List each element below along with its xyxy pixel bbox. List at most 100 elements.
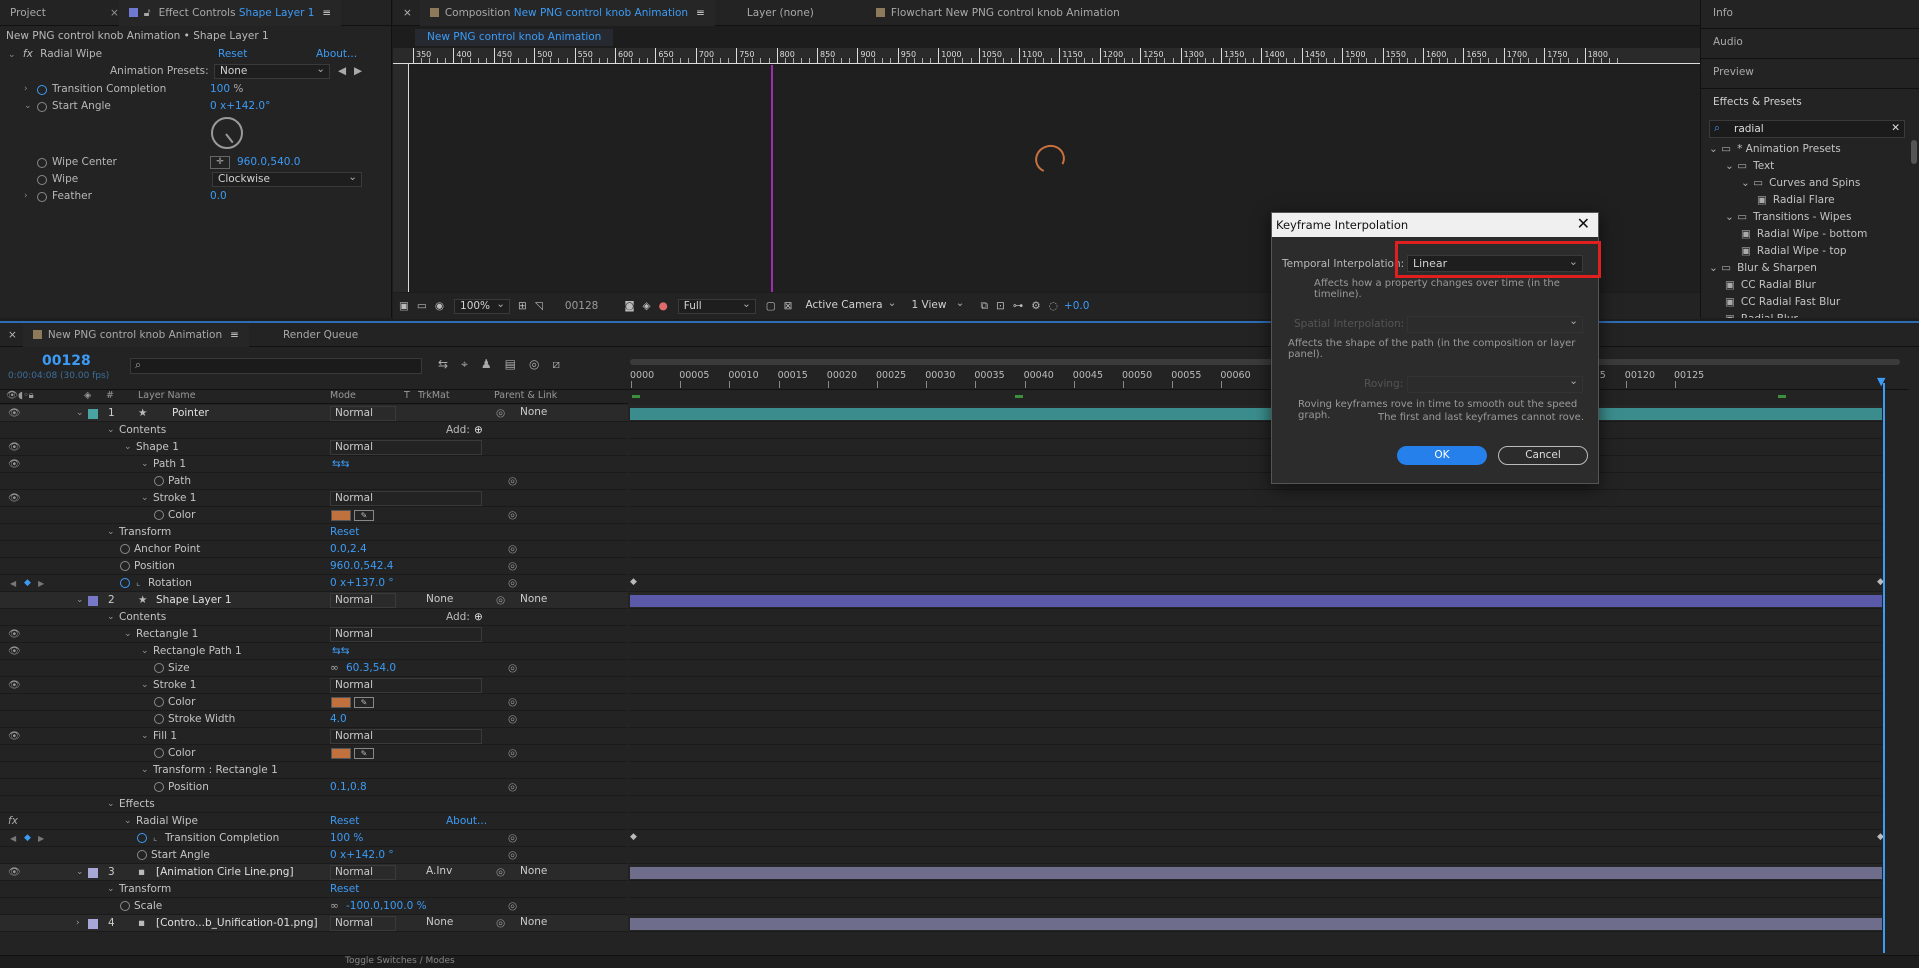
timeline-track[interactable] [630, 439, 1882, 456]
chevron-down-icon[interactable]: ⌄ [107, 881, 115, 898]
blend-mode-dropdown[interactable]: Normal [330, 627, 482, 642]
col-parent[interactable]: Parent & Link [494, 390, 557, 401]
trkmat-dropdown[interactable]: None [422, 593, 482, 608]
effects-search-input[interactable]: radial [1734, 123, 1764, 135]
timeline-track[interactable] [630, 507, 1882, 524]
eye-icon[interactable]: 👁︎ [8, 490, 21, 507]
eye-icon[interactable]: 👁︎ [8, 456, 21, 473]
exposure-value[interactable]: +0.0 [1064, 300, 1090, 312]
about-button[interactable]: About... [316, 46, 357, 63]
property-row[interactable]: Color ✎ ◎ [0, 694, 628, 711]
crosshair-icon[interactable]: ✛ [210, 156, 230, 169]
blend-mode-dropdown[interactable]: Normal [330, 678, 482, 693]
fx-icon[interactable]: fx [23, 48, 33, 60]
chevron-down-icon[interactable]: ⌄ [107, 422, 115, 439]
effects-tree-item[interactable]: ▣ Radial Flare [1757, 192, 1835, 209]
chevron-down-icon[interactable]: ⌄ [124, 813, 132, 830]
tab-composition[interactable]: Composition New PNG control knob Animati… [419, 0, 715, 26]
stopwatch-icon[interactable] [37, 175, 47, 185]
pickwhip-icon[interactable]: ◎ [508, 847, 517, 864]
dialog-close-icon[interactable]: ✕ [1577, 212, 1590, 236]
property-row[interactable]: Anchor Point 0.0,2.4 ◎ [0, 541, 628, 558]
presets-dropdown[interactable]: None [214, 63, 330, 79]
stopwatch-icon[interactable] [154, 476, 164, 486]
chevron-down-icon[interactable]: ⌄ [141, 728, 149, 745]
property-row[interactable]: ⌄ 👁︎ Stroke 1 Normal [0, 677, 628, 694]
timeline-track[interactable] [630, 864, 1882, 881]
pickwhip-icon[interactable]: ◎ [496, 592, 505, 609]
info-panel-tab[interactable]: Info [1713, 5, 1919, 22]
prop-value[interactable]: 0.0 [210, 188, 227, 205]
chevron-down-icon[interactable]: ⌄ [76, 592, 84, 609]
layer-duration-bar[interactable] [630, 918, 1882, 930]
color-swatch[interactable] [331, 510, 351, 521]
timeline-track[interactable] [630, 643, 1882, 660]
prev-keyframe-icon[interactable]: ◀ [10, 575, 16, 592]
timeline-track[interactable] [630, 915, 1882, 932]
property-value[interactable]: Reset [330, 881, 359, 898]
eye-icon[interactable]: 👁︎ [8, 864, 21, 881]
pickwhip-icon[interactable]: ◎ [508, 745, 517, 762]
graph-icon[interactable]: ⌞ [153, 830, 157, 847]
color-swatch[interactable] [331, 697, 351, 708]
effects-search[interactable]: ⌕ radial ✕ [1709, 120, 1905, 138]
region-icon[interactable]: ◹ [535, 300, 543, 312]
layer-duration-bar[interactable] [630, 867, 1882, 879]
comp-breadcrumb[interactable]: New PNG control knob Animation [415, 29, 614, 46]
effects-tree-item[interactable]: ⌄ ▭ Text [1725, 158, 1774, 175]
timeline-track[interactable] [630, 881, 1882, 898]
panel-menu-icon[interactable]: ≡ [696, 0, 705, 26]
timeline-track[interactable] [630, 473, 1882, 490]
prop-value[interactable]: 100 % [210, 81, 243, 98]
angle-dial[interactable] [211, 117, 243, 149]
chevron-down-icon[interactable]: ⌄ [124, 439, 132, 456]
next-keyframe-icon[interactable]: ▶ [38, 830, 44, 847]
property-value[interactable]: 4.0 [330, 711, 347, 728]
chevron-down-icon[interactable]: ⌄ [107, 609, 115, 626]
stopwatch-icon[interactable] [154, 697, 164, 707]
stopwatch-icon[interactable] [37, 158, 47, 168]
parent-dropdown[interactable]: None [516, 916, 602, 931]
stopwatch-icon[interactable] [120, 561, 130, 571]
pickwhip-icon[interactable]: ◎ [508, 779, 517, 796]
flowchart-icon[interactable]: ⊶ [1013, 300, 1024, 312]
layer-duration-bar[interactable] [630, 408, 1882, 420]
effects-tree-item[interactable]: ▣ Radial Blur [1725, 311, 1798, 318]
pickwhip-icon[interactable]: ◎ [508, 507, 517, 524]
timeline-track[interactable] [630, 626, 1882, 643]
camera-dropdown[interactable]: Active Camera [800, 297, 900, 314]
effects-presets-title[interactable]: Effects & Presets [1713, 94, 1919, 111]
parent-dropdown[interactable]: None [516, 406, 602, 421]
add-icon[interactable]: ⊕ [474, 609, 483, 626]
audio-panel-tab[interactable]: Audio [1713, 34, 1919, 51]
property-value[interactable]: 60.3,54.0 [346, 660, 396, 677]
property-row[interactable]: ⌄ 👁︎ Stroke 1 Normal [0, 490, 628, 507]
timeline-track[interactable]: ◆ ◆ [630, 830, 1884, 847]
timeline-track[interactable] [630, 490, 1882, 507]
eyedropper-icon[interactable]: ✎ [354, 748, 374, 759]
property-value[interactable]: -100.0,100.0 % [346, 898, 427, 915]
parent-dropdown[interactable]: None [516, 593, 602, 608]
pickwhip-icon[interactable]: ◎ [508, 694, 517, 711]
eyedropper-icon[interactable]: ✎ [354, 510, 374, 521]
panel-menu-icon[interactable]: ≡ [230, 323, 239, 347]
timeline-track[interactable] [630, 762, 1882, 779]
reset-exposure-icon[interactable]: ◌ [1049, 300, 1058, 312]
stopwatch-icon[interactable] [137, 850, 147, 860]
playhead-line[interactable] [1883, 383, 1885, 953]
views-dropdown[interactable]: 1 View [906, 297, 968, 314]
stopwatch-icon[interactable] [37, 85, 47, 95]
chevron-down-icon[interactable]: ⌄ [124, 626, 132, 643]
label-color[interactable] [88, 868, 98, 878]
property-row[interactable]: Start Angle 0 x+142.0 ° ◎ [0, 847, 628, 864]
path-direction-icon[interactable]: ⇆⇆ [332, 643, 350, 660]
blend-mode-dropdown[interactable]: Normal [330, 729, 482, 744]
property-row[interactable]: Color ✎ ◎ [0, 745, 628, 762]
layer-row[interactable]: ⌄ 2 ★ Shape Layer 1 Normal None ◎ None [0, 592, 628, 609]
time-ruler[interactable]: 0000 00005 00010 00015 00020 00025 00030 00035 0… [628, 359, 1908, 389]
timeline-track[interactable] [630, 524, 1882, 541]
link-icon[interactable]: ∞ [330, 898, 339, 915]
zoom-dropdown[interactable]: 100% [454, 298, 511, 314]
tab-project[interactable]: Project [0, 0, 56, 26]
effects-tree-item[interactable]: ⌄ ▭ Transitions - Wipes [1725, 209, 1851, 226]
